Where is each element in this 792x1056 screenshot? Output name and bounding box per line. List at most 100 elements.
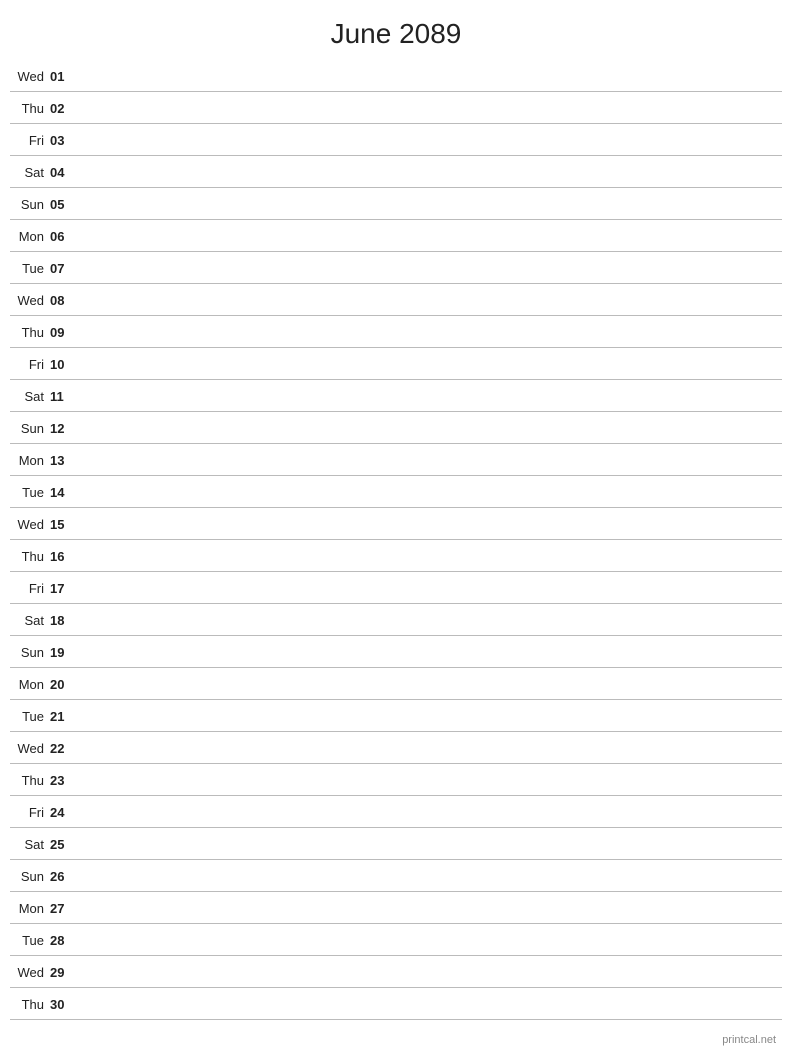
day-name: Fri xyxy=(10,581,50,596)
day-name: Sun xyxy=(10,645,50,660)
day-number: 02 xyxy=(50,101,78,116)
day-name: Tue xyxy=(10,709,50,724)
day-number: 01 xyxy=(50,69,78,84)
day-row: Wed01 xyxy=(10,60,782,92)
day-name: Sat xyxy=(10,389,50,404)
day-number: 04 xyxy=(50,165,78,180)
day-name: Sun xyxy=(10,197,50,212)
day-number: 09 xyxy=(50,325,78,340)
day-line xyxy=(78,588,782,589)
day-row: Mon27 xyxy=(10,892,782,924)
day-line xyxy=(78,140,782,141)
day-name: Wed xyxy=(10,517,50,532)
day-name: Thu xyxy=(10,101,50,116)
day-row: Thu02 xyxy=(10,92,782,124)
day-line xyxy=(78,332,782,333)
day-number: 13 xyxy=(50,453,78,468)
day-row: Sat11 xyxy=(10,380,782,412)
day-row: Fri24 xyxy=(10,796,782,828)
day-number: 21 xyxy=(50,709,78,724)
day-line xyxy=(78,620,782,621)
day-number: 12 xyxy=(50,421,78,436)
day-row: Sun19 xyxy=(10,636,782,668)
day-row: Tue21 xyxy=(10,700,782,732)
day-number: 10 xyxy=(50,357,78,372)
day-line xyxy=(78,908,782,909)
day-row: Tue14 xyxy=(10,476,782,508)
day-line xyxy=(78,812,782,813)
day-row: Sun12 xyxy=(10,412,782,444)
day-number: 18 xyxy=(50,613,78,628)
day-row: Fri03 xyxy=(10,124,782,156)
day-number: 15 xyxy=(50,517,78,532)
day-name: Tue xyxy=(10,261,50,276)
day-row: Mon13 xyxy=(10,444,782,476)
day-number: 23 xyxy=(50,773,78,788)
page-title: June 2089 xyxy=(0,0,792,60)
day-number: 19 xyxy=(50,645,78,660)
day-number: 17 xyxy=(50,581,78,596)
day-row: Tue07 xyxy=(10,252,782,284)
day-name: Wed xyxy=(10,965,50,980)
day-line xyxy=(78,460,782,461)
day-name: Fri xyxy=(10,133,50,148)
day-line xyxy=(78,268,782,269)
day-number: 24 xyxy=(50,805,78,820)
day-name: Mon xyxy=(10,453,50,468)
day-line xyxy=(78,492,782,493)
day-number: 08 xyxy=(50,293,78,308)
day-name: Sat xyxy=(10,837,50,852)
day-line xyxy=(78,524,782,525)
day-row: Sun26 xyxy=(10,860,782,892)
day-name: Thu xyxy=(10,549,50,564)
day-row: Thu16 xyxy=(10,540,782,572)
day-number: 06 xyxy=(50,229,78,244)
day-number: 29 xyxy=(50,965,78,980)
day-name: Wed xyxy=(10,69,50,84)
day-line xyxy=(78,396,782,397)
calendar-grid: Wed01Thu02Fri03Sat04Sun05Mon06Tue07Wed08… xyxy=(0,60,792,1020)
day-line xyxy=(78,876,782,877)
day-number: 16 xyxy=(50,549,78,564)
day-line xyxy=(78,940,782,941)
footer-text: printcal.net xyxy=(722,1034,776,1046)
day-row: Tue28 xyxy=(10,924,782,956)
day-line xyxy=(78,108,782,109)
day-number: 11 xyxy=(50,389,78,404)
day-name: Mon xyxy=(10,677,50,692)
day-number: 05 xyxy=(50,197,78,212)
day-number: 25 xyxy=(50,837,78,852)
day-line xyxy=(78,428,782,429)
day-name: Mon xyxy=(10,229,50,244)
day-number: 14 xyxy=(50,485,78,500)
day-line xyxy=(78,1004,782,1005)
day-row: Thu30 xyxy=(10,988,782,1020)
day-line xyxy=(78,76,782,77)
day-row: Fri10 xyxy=(10,348,782,380)
day-number: 20 xyxy=(50,677,78,692)
day-number: 28 xyxy=(50,933,78,948)
day-row: Wed29 xyxy=(10,956,782,988)
day-row: Thu23 xyxy=(10,764,782,796)
day-row: Sat18 xyxy=(10,604,782,636)
day-name: Fri xyxy=(10,357,50,372)
day-name: Tue xyxy=(10,933,50,948)
day-number: 03 xyxy=(50,133,78,148)
day-name: Thu xyxy=(10,773,50,788)
day-name: Sat xyxy=(10,165,50,180)
day-name: Fri xyxy=(10,805,50,820)
day-row: Thu09 xyxy=(10,316,782,348)
day-row: Sat04 xyxy=(10,156,782,188)
day-line xyxy=(78,204,782,205)
day-name: Tue xyxy=(10,485,50,500)
day-name: Wed xyxy=(10,741,50,756)
day-line xyxy=(78,556,782,557)
day-name: Sun xyxy=(10,869,50,884)
day-number: 30 xyxy=(50,997,78,1012)
day-row: Mon06 xyxy=(10,220,782,252)
day-name: Wed xyxy=(10,293,50,308)
day-name: Sun xyxy=(10,421,50,436)
day-line xyxy=(78,972,782,973)
day-number: 26 xyxy=(50,869,78,884)
day-line xyxy=(78,684,782,685)
